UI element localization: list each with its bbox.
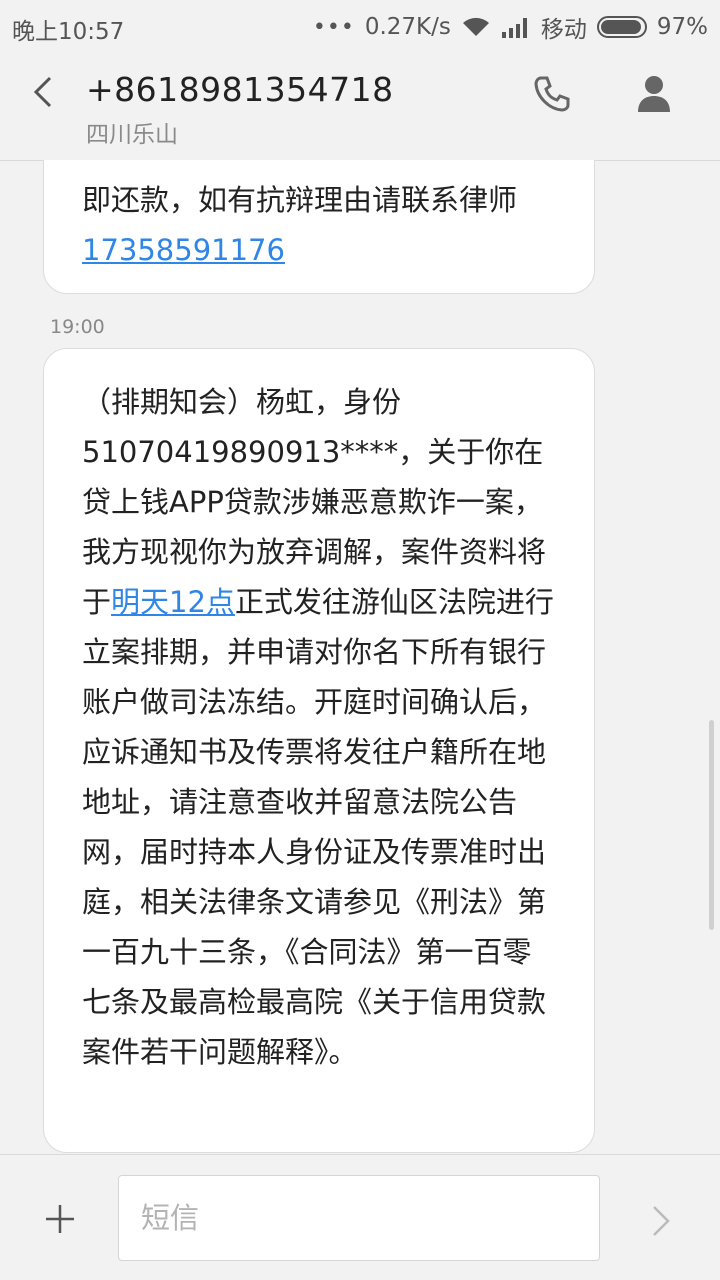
message-text: 正式发往游仙区法院进行立案排期，并申请对你名下所有银行账户做司法冻结。开庭时间确… [82, 585, 554, 1069]
sms-input[interactable] [118, 1175, 600, 1261]
carrier-name: 移动 [540, 17, 587, 43]
phone-number: +8618981354718 [86, 70, 394, 109]
message-bubble[interactable]: 即还款，如有抗辩理由请联系律师 17358591176 [43, 160, 595, 294]
message-text: 即还款，如有抗辩理由请联系律师 [82, 183, 518, 217]
battery-icon [596, 16, 647, 38]
compose-bar [0, 1154, 720, 1280]
status-bar: 晚上10:57 ••• 0.27K/s 移动 97% [0, 0, 720, 52]
message-text: （排期知会）杨虹，身份51070419890913****，关于你在贷上钱APP… [82, 385, 547, 619]
message-bubble[interactable]: （排期知会）杨虹，身份51070419890913****，关于你在贷上钱APP… [43, 348, 595, 1153]
message-list[interactable]: 即还款，如有抗辩理由请联系律师 17358591176 19:00 （排期知会）… [0, 160, 720, 1154]
status-time: 晚上10:57 [12, 19, 125, 45]
more-dots-icon: ••• [312, 14, 355, 40]
conversation-header: +8618981354718 四川乐山 [0, 52, 720, 161]
signal-icon [501, 18, 527, 38]
date-link[interactable]: 明天12点 [111, 585, 235, 619]
plus-icon[interactable] [40, 1199, 80, 1239]
contact-location: 四川乐山 [86, 122, 178, 148]
sms-conversation-screen: 晚上10:57 ••• 0.27K/s 移动 97% +861898135471… [0, 0, 720, 1280]
phone-icon[interactable] [532, 74, 572, 114]
network-speed: 0.27K/s [364, 14, 451, 40]
send-icon[interactable] [640, 1201, 680, 1241]
message-timestamp: 19:00 [50, 316, 105, 338]
back-arrow-icon[interactable] [24, 72, 64, 112]
battery-percent: 97% [656, 14, 708, 40]
status-indicators: ••• 0.27K/s 移动 97% [313, 10, 708, 44]
contact-icon[interactable] [632, 72, 676, 116]
contact-info: +8618981354718 四川乐山 [86, 70, 394, 149]
wifi-icon [462, 17, 489, 36]
phone-link[interactable]: 17358591176 [82, 233, 285, 267]
scrollbar[interactable] [709, 720, 714, 930]
